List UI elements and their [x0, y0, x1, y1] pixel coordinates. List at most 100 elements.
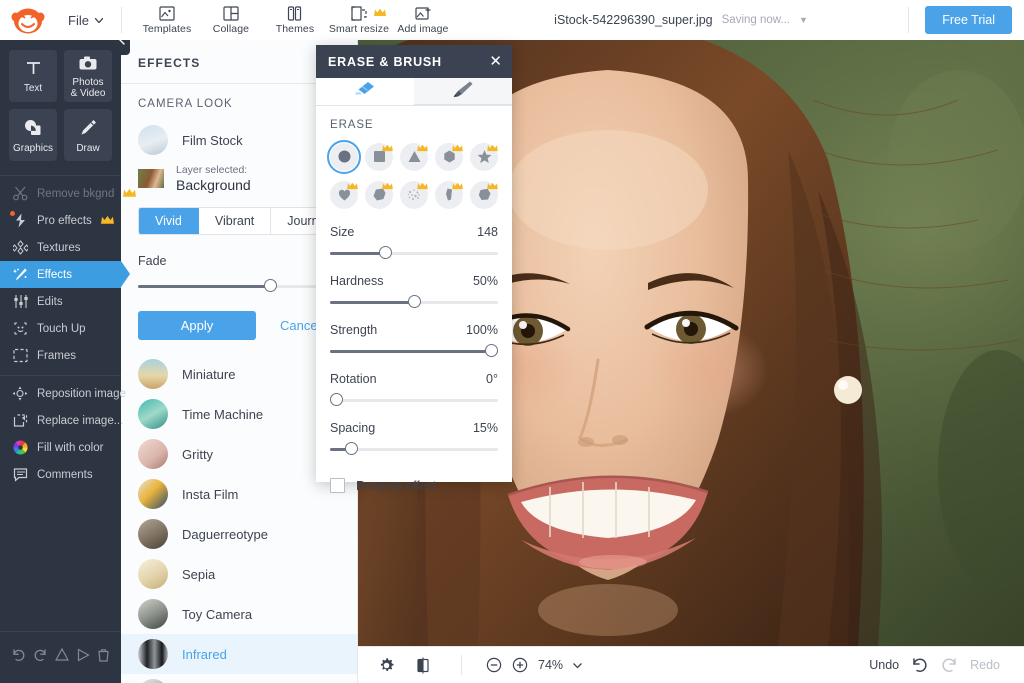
rail-card-graphics[interactable]: Graphics [9, 109, 57, 161]
sidebar-item-comments[interactable]: Comments [0, 461, 121, 488]
rail-card-text[interactable]: Text [9, 50, 57, 102]
strength-slider-knob[interactable] [485, 344, 498, 357]
sidebar-item-replace-image[interactable]: Replace image... [0, 407, 123, 434]
templates-button[interactable]: Templates [136, 0, 198, 40]
brush-shape-triangle[interactable] [399, 140, 429, 173]
sidebar-item-reposition-image[interactable]: Reposition image [0, 380, 126, 407]
size-label: Size [330, 225, 355, 239]
templates-label: Templates [142, 23, 192, 35]
brush-shape-circle[interactable] [327, 139, 361, 174]
rail-card-text-label: Text [23, 83, 43, 94]
rotation-slider-knob[interactable] [330, 393, 343, 406]
zoom-in-icon[interactable] [512, 657, 528, 673]
file-menu[interactable]: File [56, 0, 121, 40]
slider-fill [330, 301, 414, 304]
sidebar-item-edits[interactable]: Edits [0, 288, 121, 315]
picmonkey-logo[interactable] [0, 6, 56, 34]
free-trial-button[interactable]: Free Trial [925, 6, 1012, 34]
sidebar-item-effects[interactable]: Effects [0, 261, 130, 288]
sidebar-item-touch-up[interactable]: Touch Up [0, 315, 121, 342]
camera-icon [79, 56, 97, 75]
hardness-slider-header: Hardness 50% [330, 274, 498, 288]
compare-icon[interactable] [415, 657, 431, 674]
redo-icon[interactable] [33, 648, 48, 667]
variant-tab-vibrant[interactable]: Vibrant [198, 208, 272, 234]
undo-label[interactable]: Undo [869, 658, 899, 672]
variant-tab-vivid[interactable]: Vivid [139, 208, 199, 234]
brush-shape-blob[interactable] [364, 178, 394, 211]
hardness-slider-knob[interactable] [408, 295, 421, 308]
list-item-selected[interactable]: Infrared [121, 634, 357, 674]
gear-icon[interactable] [378, 657, 395, 674]
strength-slider[interactable] [330, 344, 498, 358]
fade-slider-knob[interactable] [264, 279, 277, 292]
flip-icon[interactable] [55, 647, 70, 667]
zoom-controls: 74% [486, 656, 582, 674]
erase-brush-titlebar[interactable]: ERASE & BRUSH ✕ [316, 45, 512, 78]
saving-chevron-down-icon[interactable]: ▼ [799, 15, 808, 25]
brush-shape-sparkle[interactable] [399, 178, 429, 211]
size-slider[interactable] [330, 246, 498, 260]
list-item[interactable]: Daguerreotype [121, 514, 357, 554]
tab-brush[interactable] [414, 78, 512, 105]
sidebar-item-fill-with-color[interactable]: Fill with color [0, 434, 121, 461]
crown-icon [452, 139, 463, 157]
zoom-level[interactable]: 74% [538, 658, 563, 672]
apply-button[interactable]: Apply [138, 311, 256, 340]
strength-slider-header: Strength 100% [330, 323, 498, 337]
trash-icon[interactable] [97, 648, 110, 667]
tab-erase[interactable] [316, 78, 414, 105]
hardness-value: 50% [472, 274, 498, 288]
close-icon[interactable]: ✕ [489, 54, 502, 69]
size-slider-knob[interactable] [379, 246, 392, 259]
rail-card-draw[interactable]: Draw [64, 109, 112, 161]
cancel-button[interactable]: Cancel [280, 318, 320, 333]
undo-icon[interactable] [11, 648, 26, 667]
brush-shape-hexagon[interactable] [434, 140, 464, 173]
hardness-slider[interactable] [330, 295, 498, 309]
sidebar-item-frames[interactable]: Frames [0, 342, 121, 369]
brush-shape-star[interactable] [469, 140, 499, 173]
zoom-out-icon[interactable] [486, 657, 502, 673]
effect-name: Daguerreotype [182, 526, 268, 542]
crown-icon [347, 177, 358, 195]
scissors-icon [12, 186, 28, 202]
rail-card-graphics-label: Graphics [12, 142, 53, 154]
sidebar-item-textures[interactable]: Textures [0, 234, 121, 261]
list-item[interactable]: Mercury [121, 674, 357, 683]
brush-shape-pebble[interactable] [469, 178, 499, 211]
sidebar-item-pro-effects[interactable]: Pro effects [0, 207, 121, 234]
spacing-value: 15% [472, 421, 498, 435]
smart-resize-label: Smart resize [328, 23, 390, 35]
rail-bottom-toolbar [0, 631, 121, 683]
list-item[interactable]: Toy Camera [121, 594, 357, 634]
sidebar-item-remove-bkgnd[interactable]: Remove bkgnd [0, 180, 137, 207]
reverse-effect-row[interactable]: Reverse effect [316, 456, 512, 493]
effect-thumbnail [138, 639, 168, 669]
reverse-effect-checkbox[interactable] [330, 478, 345, 493]
list-item[interactable]: Sepia [121, 554, 357, 594]
top-tool-group: Templates Collage Themes Smart resize Ad… [122, 0, 454, 40]
graphics-icon [24, 119, 42, 141]
brush-shape-heart[interactable] [329, 178, 359, 211]
bottom-bar-right: Undo Redo [869, 657, 1024, 673]
undo-icon[interactable] [910, 657, 929, 673]
collage-button[interactable]: Collage [200, 0, 262, 40]
play-icon[interactable] [77, 648, 90, 667]
rotation-slider[interactable] [330, 393, 498, 407]
sidebar-item-reposition-image-label: Reposition image [37, 387, 126, 400]
size-value: 148 [477, 225, 498, 239]
spacing-slider[interactable] [330, 442, 498, 456]
rail-card-photos-video[interactable]: Photos & Video [64, 50, 112, 102]
themes-button[interactable]: Themes [264, 0, 326, 40]
edits-icon [12, 294, 28, 310]
add-image-button[interactable]: Add image [392, 0, 454, 40]
zoom-chevron-down-icon[interactable] [573, 656, 582, 674]
brush-shape-stroke[interactable] [434, 178, 464, 211]
brush-shape-square[interactable] [364, 140, 394, 173]
smart-resize-button[interactable]: Smart resize [328, 0, 390, 40]
divider [908, 7, 910, 33]
spacing-slider-knob[interactable] [345, 442, 358, 455]
sidebar-item-comments-label: Comments [37, 468, 93, 481]
redo-label: Redo [970, 658, 1000, 672]
